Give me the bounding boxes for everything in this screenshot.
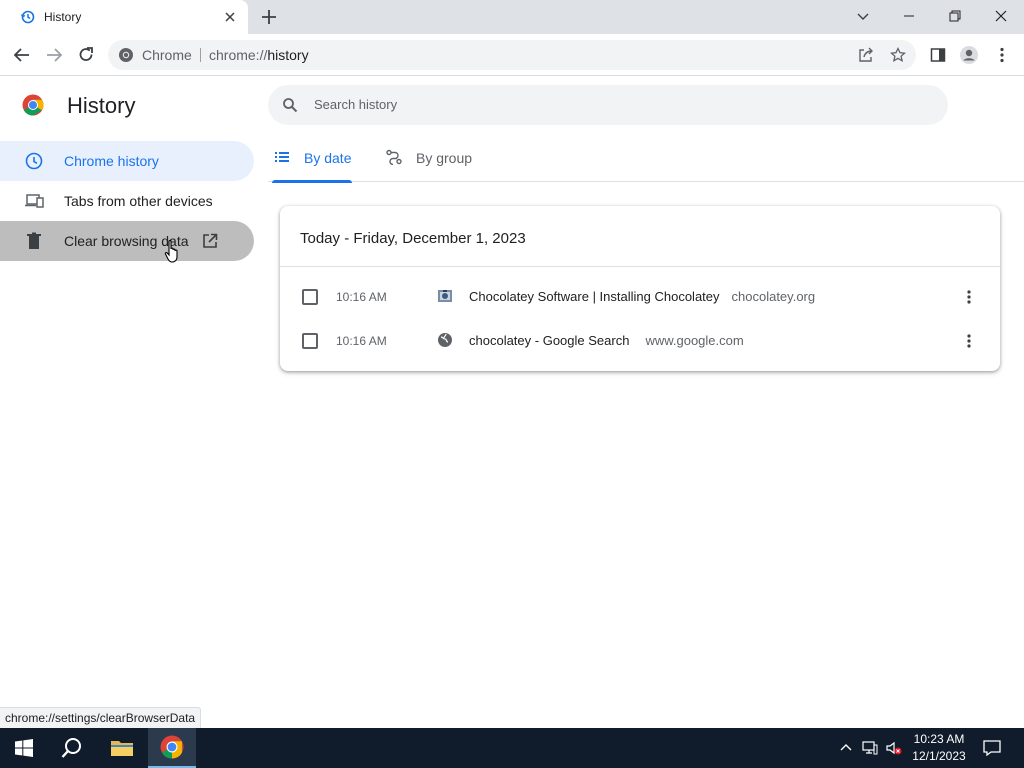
arrow-left-icon (13, 48, 29, 62)
entry-more-button[interactable] (960, 332, 978, 350)
taskbar-search-button[interactable] (48, 728, 96, 768)
history-icon (20, 10, 35, 24)
history-entry[interactable]: 10:16 AM Chocolatey Software | Installin… (280, 275, 1000, 319)
clock-time: 10:23 AM (913, 732, 965, 746)
share-icon[interactable] (858, 47, 874, 63)
chrome-site-icon[interactable] (118, 47, 134, 63)
chrome-menu-button[interactable] (991, 44, 1013, 66)
taskbar-file-explorer[interactable] (98, 728, 146, 768)
search-placeholder: Search history (314, 97, 398, 112)
sidebar-item-chrome-history[interactable]: Chrome history (0, 141, 254, 181)
reload-button[interactable] (75, 44, 97, 66)
sidebar-item-label: Tabs from other devices (64, 193, 213, 209)
divider (280, 266, 1000, 267)
minimize-button[interactable] (886, 0, 932, 32)
new-tab-icon[interactable] (260, 8, 278, 26)
side-panel-button[interactable] (927, 44, 949, 66)
side-panel-icon (930, 48, 946, 62)
history-entry[interactable]: 10:16 AM chocolatey - Google Search www.g… (280, 319, 1000, 363)
browser-tab-history[interactable]: History (0, 0, 248, 34)
selected-tab-indicator (272, 180, 352, 183)
kebab-menu-icon (967, 290, 971, 304)
address-bar[interactable]: Chrome chrome://history (108, 40, 916, 70)
profile-avatar-icon (960, 46, 978, 64)
tab-title: History (44, 10, 82, 24)
restore-button[interactable] (932, 0, 978, 32)
forward-button[interactable] (43, 44, 65, 66)
history-page: History Search history Chrome history Ta… (0, 77, 1024, 728)
entry-domain: chocolatey.org (731, 289, 816, 304)
tab-by-date[interactable]: By date (268, 137, 358, 183)
sidebar-item-clear-browsing-data[interactable]: Clear browsing data (0, 221, 254, 261)
tab-search-button[interactable] (840, 0, 886, 32)
notification-center-icon[interactable] (983, 739, 1001, 757)
entry-checkbox[interactable] (302, 289, 318, 305)
taskbar-clock[interactable]: 10:23 AM 12/1/2023 (906, 731, 972, 765)
status-bar-url: chrome://settings/clearBrowserData (0, 707, 202, 728)
chocolatey-favicon (438, 290, 452, 302)
search-icon (283, 98, 298, 113)
reload-icon (79, 47, 93, 61)
tab-label: By group (416, 150, 473, 166)
hand-cursor-icon (164, 239, 178, 263)
windows-logo-icon (15, 739, 33, 757)
view-tabs: By date By group (268, 137, 1024, 183)
entry-domain: www.google.com (645, 333, 744, 348)
search-icon (61, 738, 81, 758)
close-icon (995, 10, 1007, 22)
close-tab-icon[interactable] (222, 9, 238, 25)
minimize-icon (904, 15, 914, 17)
entry-time: 10:16 AM (336, 334, 387, 348)
tab-strip: History (0, 0, 1024, 34)
show-hidden-icons-chevron-up-icon[interactable] (838, 740, 854, 756)
network-icon[interactable] (862, 740, 878, 756)
url-host: history (267, 47, 309, 63)
kebab-menu-icon (967, 334, 971, 348)
taskbar-chrome[interactable] (148, 728, 196, 768)
page-title: History (67, 93, 136, 118)
chevron-down-icon (857, 13, 869, 20)
external-link-icon (203, 233, 218, 248)
clock-date: 12/1/2023 (912, 749, 966, 763)
arrow-right-icon (47, 48, 63, 62)
entry-time: 10:16 AM (336, 290, 387, 304)
volume-muted-icon[interactable] (886, 740, 902, 756)
history-day-card: Today - Friday, December 1, 2023 10:16 A… (280, 206, 1000, 371)
site-chip-label: Chrome (142, 47, 192, 63)
date-heading: Today - Friday, December 1, 2023 (300, 230, 526, 247)
search-history-field[interactable]: Search history (268, 85, 948, 125)
bookmark-star-icon[interactable] (890, 47, 906, 63)
browser-toolbar: Chrome chrome://history (0, 34, 1024, 76)
restore-icon (949, 10, 961, 22)
chrome-logo-icon (160, 735, 184, 759)
entry-link[interactable]: Chocolatey Software | Installing Chocola… (469, 289, 815, 304)
clock-icon (25, 152, 43, 170)
trash-icon (27, 232, 41, 249)
sidebar-item-tabs-from-other-devices[interactable]: Tabs from other devices (0, 181, 254, 221)
kebab-menu-icon (1000, 47, 1004, 63)
profile-button[interactable] (958, 44, 980, 66)
globe-icon (438, 333, 452, 347)
close-window-button[interactable] (978, 0, 1024, 32)
entry-title: chocolatey - Google Search (469, 333, 630, 348)
tab-by-group[interactable]: By group (380, 137, 490, 182)
url-text: chrome://history (209, 47, 309, 63)
list-icon (275, 152, 289, 162)
omnibox-divider (200, 48, 201, 62)
sidebar-item-label: Chrome history (64, 153, 159, 169)
start-button[interactable] (0, 728, 48, 768)
url-scheme: chrome:// (209, 47, 268, 63)
entry-more-button[interactable] (960, 288, 978, 306)
back-button[interactable] (11, 44, 33, 66)
folder-icon (111, 741, 133, 756)
group-icon (386, 149, 402, 165)
entry-link[interactable]: chocolatey - Google Search www.google.com (469, 333, 744, 348)
devices-icon (25, 194, 44, 208)
taskbar: 10:23 AM 12/1/2023 (0, 728, 1024, 768)
chrome-logo (22, 94, 44, 116)
tab-label: By date (304, 150, 352, 166)
entry-checkbox[interactable] (302, 333, 318, 349)
entry-title: Chocolatey Software | Installing Chocola… (469, 289, 720, 304)
